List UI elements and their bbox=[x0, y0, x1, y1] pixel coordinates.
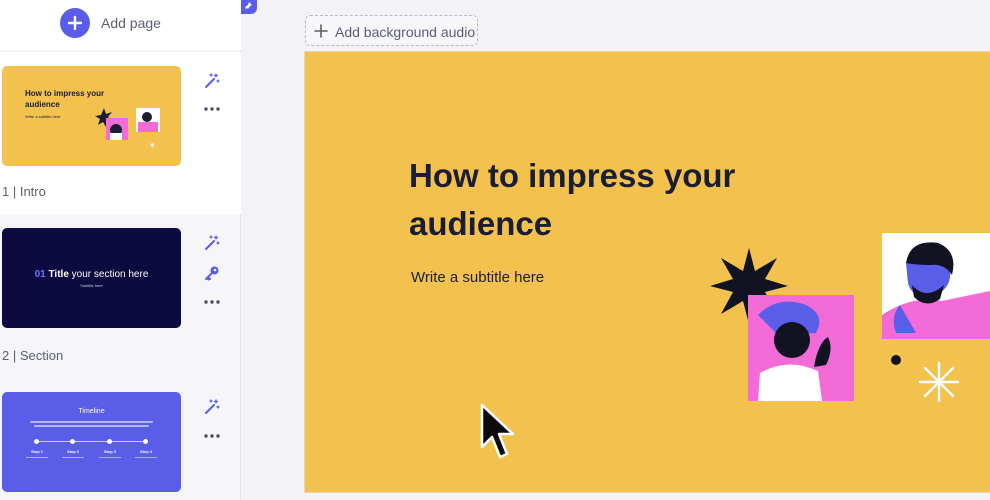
thumb-title: 01 Title your section here bbox=[34, 269, 149, 280]
page-thumbnail-section[interactable]: 01 Title your section here Subtitle here bbox=[2, 228, 181, 328]
thumb-text-line bbox=[30, 421, 153, 423]
dot-shape[interactable] bbox=[890, 354, 902, 366]
add-background-audio-button[interactable]: Add background audio bbox=[305, 15, 478, 46]
add-background-audio-label: Add background audio bbox=[335, 24, 476, 40]
add-page-button[interactable]: Add page bbox=[0, 0, 241, 50]
thumb-text-line bbox=[26, 457, 48, 458]
person-illustration-white[interactable] bbox=[882, 233, 990, 339]
thumb-title: Timeline bbox=[78, 408, 105, 415]
timeline-step: Step 2 bbox=[66, 449, 79, 454]
page-label-intro: 1 | Intro bbox=[2, 184, 46, 199]
timeline-dot bbox=[34, 439, 39, 444]
page-item-timeline[interactable]: Timeline Step 1 Step 2 Step 3 Step 4 bbox=[0, 378, 241, 500]
timeline-line bbox=[36, 441, 148, 442]
slide-canvas[interactable]: How to impress your audience Write a sub… bbox=[305, 52, 990, 492]
add-page-label: Add page bbox=[101, 15, 161, 31]
pin-icon[interactable] bbox=[241, 0, 257, 14]
timeline-dot bbox=[70, 439, 75, 444]
page-thumbnail-intro[interactable]: How to impress your audience Write a sub… bbox=[2, 66, 181, 166]
page-sidebar: Add page How to impress your audience Wr… bbox=[0, 0, 241, 500]
page-thumbnail-timeline[interactable]: Timeline Step 1 Step 2 Step 3 Step 4 bbox=[2, 392, 181, 492]
page-item-section[interactable]: 01 Title your section here Subtitle here… bbox=[0, 214, 241, 378]
mouse-cursor-icon bbox=[480, 403, 515, 459]
thumb-subtitle: Write a subtitle here bbox=[25, 114, 61, 119]
magic-wand-icon[interactable] bbox=[203, 234, 221, 252]
slide-subtitle[interactable]: Write a subtitle here bbox=[411, 269, 544, 286]
more-options-icon[interactable] bbox=[203, 100, 221, 118]
timeline-step: Step 4 bbox=[139, 449, 152, 454]
svg-text:✳: ✳ bbox=[149, 141, 156, 150]
thumb-text-line bbox=[99, 457, 121, 458]
thumb-illustration: ✳ bbox=[95, 108, 160, 150]
thumb-title: How to impress your audience bbox=[25, 89, 105, 109]
magic-wand-icon[interactable] bbox=[203, 398, 221, 416]
timeline-step: Step 1 bbox=[30, 449, 43, 454]
sparkle-shape[interactable] bbox=[917, 360, 961, 404]
key-icon[interactable] bbox=[203, 264, 221, 282]
plus-icon bbox=[314, 24, 328, 38]
page-label-section: 2 | Section bbox=[2, 348, 64, 363]
timeline-dot bbox=[107, 439, 112, 444]
thumb-text-line bbox=[135, 457, 157, 458]
thumb-text-line bbox=[62, 457, 84, 458]
thumb-text-line bbox=[34, 425, 149, 427]
thumb-subtitle: Subtitle here bbox=[80, 283, 103, 288]
magic-wand-icon[interactable] bbox=[203, 72, 221, 90]
person-illustration-pink[interactable] bbox=[748, 295, 854, 401]
slide-title[interactable]: How to impress your audience bbox=[409, 152, 769, 248]
timeline-step: Step 3 bbox=[103, 449, 116, 454]
more-options-icon[interactable] bbox=[203, 293, 221, 311]
timeline-dot bbox=[143, 439, 148, 444]
page-item-intro[interactable]: How to impress your audience Write a sub… bbox=[0, 52, 241, 214]
add-page-plus-icon bbox=[60, 8, 90, 38]
more-options-icon[interactable] bbox=[203, 427, 221, 445]
